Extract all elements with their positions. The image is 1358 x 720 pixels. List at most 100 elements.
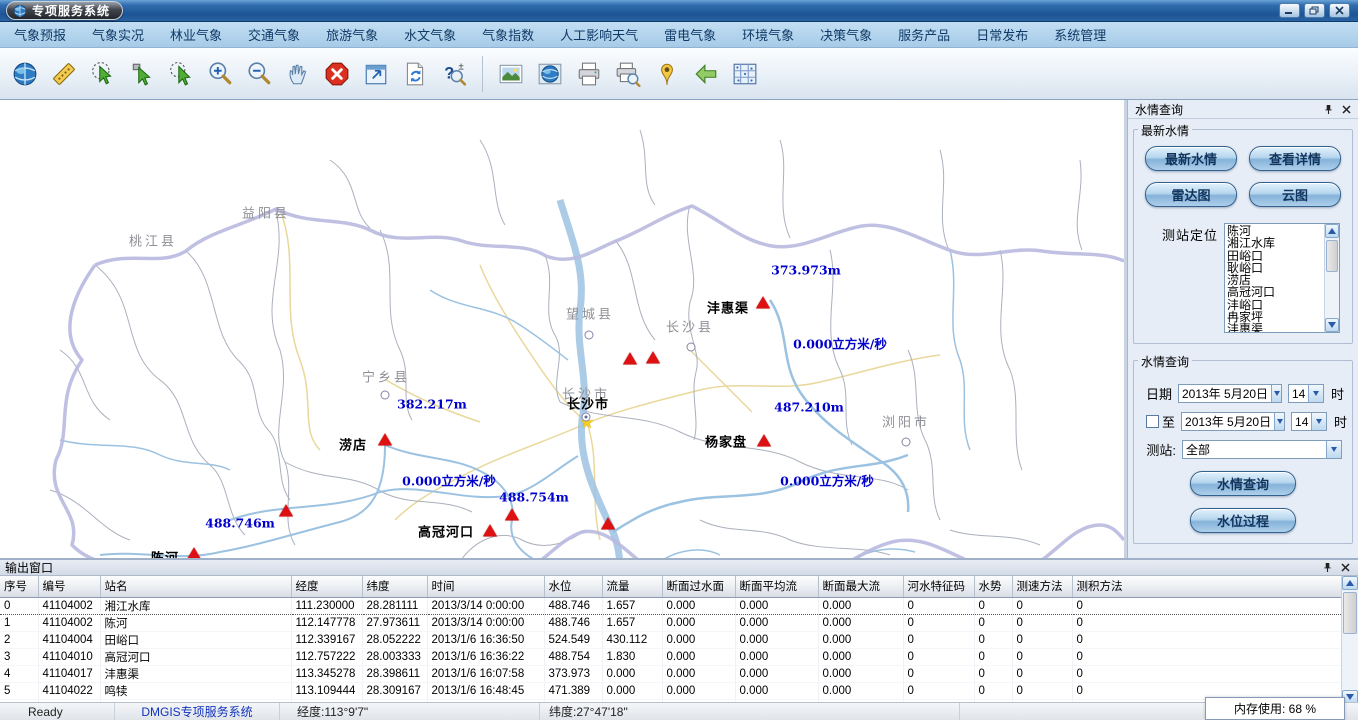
- print-preview-icon[interactable]: [613, 59, 643, 89]
- column-header[interactable]: 断面最大流: [818, 576, 903, 597]
- chevron-down-icon[interactable]: [1274, 413, 1284, 430]
- column-header[interactable]: 测积方法: [1072, 576, 1341, 597]
- station-marker[interactable]: [483, 524, 497, 536]
- station-listbox[interactable]: 陈河湘江水库田峪口耿峪口涝店高冠河口沣峪口冉家坪沣惠渠: [1224, 223, 1340, 333]
- station-marker[interactable]: [505, 508, 519, 520]
- menu-item-13[interactable]: 日常发布: [976, 25, 1028, 44]
- water-level-process-button[interactable]: 水位过程: [1190, 508, 1296, 533]
- column-header[interactable]: 河水特征码: [903, 576, 974, 597]
- column-header[interactable]: 水势: [974, 576, 1012, 597]
- column-header[interactable]: 编号: [38, 576, 100, 597]
- station-marker[interactable]: [601, 517, 615, 529]
- latest-water-button[interactable]: 最新水情: [1145, 146, 1237, 171]
- table-row[interactable]: 141104002陈河112.14777827.9736112013/3/14 …: [0, 614, 1341, 631]
- chevron-down-icon[interactable]: [1326, 441, 1341, 458]
- column-header[interactable]: 站名: [100, 576, 291, 597]
- map-globe-icon[interactable]: [535, 59, 565, 89]
- pin-icon[interactable]: [1320, 102, 1336, 116]
- location-pin-icon[interactable]: [652, 59, 682, 89]
- minimize-button[interactable]: [1279, 3, 1300, 18]
- table-scrollbar[interactable]: [1341, 576, 1358, 702]
- hour2-picker[interactable]: 14: [1291, 412, 1327, 431]
- date-picker[interactable]: 2013年 5月20日: [1178, 384, 1282, 403]
- hour-picker[interactable]: 14: [1288, 384, 1324, 403]
- globe-icon[interactable]: [10, 59, 40, 89]
- ruler-icon[interactable]: [49, 59, 79, 89]
- column-header[interactable]: 时间: [427, 576, 544, 597]
- pan-hand-icon[interactable]: [283, 59, 313, 89]
- output-close-icon[interactable]: [1337, 561, 1353, 575]
- panel-close-icon[interactable]: [1338, 102, 1354, 116]
- refresh-icon[interactable]: [400, 59, 430, 89]
- zoom-in-icon[interactable]: [205, 59, 235, 89]
- station-marker[interactable]: [623, 352, 637, 364]
- select-lasso-icon[interactable]: [166, 59, 196, 89]
- menu-item-5[interactable]: 旅游气象: [326, 25, 378, 44]
- menu-item-7[interactable]: 气象指数: [482, 25, 534, 44]
- chevron-down-icon[interactable]: [1311, 413, 1326, 430]
- output-table[interactable]: 序号编号站名经度纬度时间水位流量断面过水面断面平均流断面最大流河水特征码水势测速…: [0, 576, 1342, 702]
- listbox-scrollbar[interactable]: [1324, 224, 1339, 332]
- date2-picker[interactable]: 2013年 5月20日: [1181, 412, 1285, 431]
- menu-item-10[interactable]: 环境气象: [742, 25, 794, 44]
- cloud-chart-button[interactable]: 云图: [1249, 182, 1341, 207]
- pin-icon[interactable]: [1319, 561, 1335, 575]
- menu-item-1[interactable]: 气象预报: [14, 25, 66, 44]
- image-export-icon[interactable]: [496, 59, 526, 89]
- column-header[interactable]: 断面过水面: [662, 576, 735, 597]
- identify-icon[interactable]: ?±: [439, 59, 469, 89]
- column-header[interactable]: 测速方法: [1012, 576, 1072, 597]
- menu-item-6[interactable]: 水文气象: [404, 25, 456, 44]
- chevron-down-icon[interactable]: [1271, 385, 1281, 402]
- table-row[interactable]: 341104010高冠河口112.75722228.0033332013/1/6…: [0, 648, 1341, 665]
- table-row[interactable]: 241104004田峪口112.33916728.0522222013/1/6 …: [0, 631, 1341, 648]
- menu-item-14[interactable]: 系统管理: [1054, 25, 1106, 44]
- scroll-thumb[interactable]: [1326, 240, 1338, 272]
- column-header[interactable]: 水位: [544, 576, 602, 597]
- map-canvas[interactable]: ★ 益阳县桃江县宁乡县望城县长沙县长沙市浏阳市湘潭县沣惠渠长沙市涝店陈河高冠河口…: [0, 100, 1124, 558]
- view-details-button[interactable]: 查看详情: [1249, 146, 1341, 171]
- station-marker[interactable]: [378, 433, 392, 445]
- stop-icon[interactable]: [322, 59, 352, 89]
- radar-chart-button[interactable]: 雷达图: [1145, 182, 1237, 207]
- column-header[interactable]: 断面平均流: [735, 576, 818, 597]
- to-checkbox[interactable]: [1146, 415, 1159, 428]
- menu-item-8[interactable]: 人工影响天气: [560, 25, 638, 44]
- restore-button[interactable]: [1304, 3, 1325, 18]
- station-marker[interactable]: [756, 296, 770, 308]
- resize-window-icon[interactable]: [361, 59, 391, 89]
- scroll-up-icon[interactable]: [1342, 576, 1358, 590]
- menu-item-11[interactable]: 决策气象: [820, 25, 872, 44]
- water-query-button[interactable]: 水情查询: [1190, 471, 1296, 496]
- scroll-down-icon[interactable]: [1325, 318, 1339, 332]
- scroll-up-icon[interactable]: [1325, 224, 1339, 238]
- print-icon[interactable]: [574, 59, 604, 89]
- menu-item-4[interactable]: 交通气象: [248, 25, 300, 44]
- column-header[interactable]: 纬度: [362, 576, 427, 597]
- table-row[interactable]: 541104022鸣犊113.10944428.3091672013/1/6 1…: [0, 682, 1341, 699]
- station-marker[interactable]: [279, 504, 293, 516]
- station-select[interactable]: 全部: [1182, 440, 1342, 459]
- column-header[interactable]: 经度: [291, 576, 362, 597]
- table-row[interactable]: 041104002湘江水库111.23000028.2811112013/3/1…: [0, 597, 1341, 614]
- close-button[interactable]: [1329, 3, 1350, 18]
- back-arrow-icon[interactable]: [691, 59, 721, 89]
- scroll-thumb[interactable]: [1343, 592, 1357, 634]
- menu-item-9[interactable]: 雷电气象: [664, 25, 716, 44]
- column-header[interactable]: 序号: [0, 576, 38, 597]
- select-area-icon[interactable]: [88, 59, 118, 89]
- zoom-out-icon[interactable]: [244, 59, 274, 89]
- grid-map-icon[interactable]: [730, 59, 760, 89]
- menu-item-2[interactable]: 气象实况: [92, 25, 144, 44]
- menu-item-3[interactable]: 林业气象: [170, 25, 222, 44]
- station-marker[interactable]: [187, 547, 201, 558]
- table-row[interactable]: 441104017沣惠渠113.34527828.3986112013/1/6 …: [0, 665, 1341, 682]
- select-arrow-icon[interactable]: [127, 59, 157, 89]
- list-item[interactable]: 沣惠渠: [1227, 323, 1324, 332]
- chevron-down-icon[interactable]: [1308, 385, 1323, 402]
- station-marker[interactable]: [646, 351, 660, 363]
- station-marker[interactable]: [757, 434, 771, 446]
- column-header[interactable]: 流量: [602, 576, 662, 597]
- menu-item-12[interactable]: 服务产品: [898, 25, 950, 44]
- list-item[interactable]: 高冠河口: [1227, 286, 1324, 298]
